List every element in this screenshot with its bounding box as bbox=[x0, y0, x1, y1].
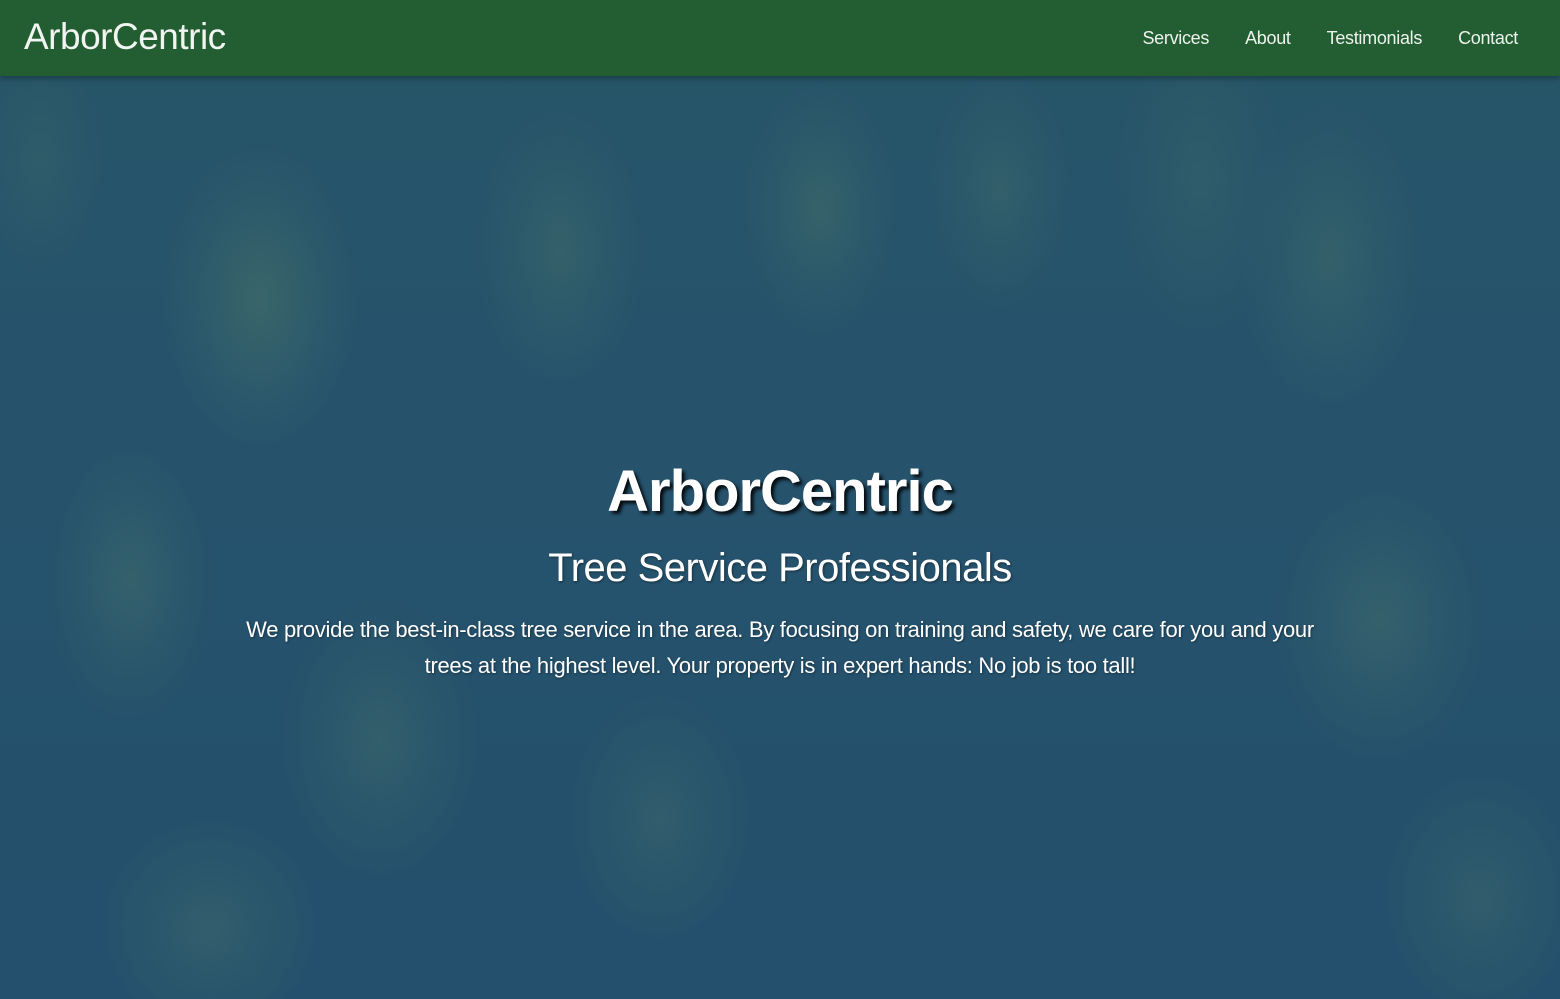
nav-link-about[interactable]: About bbox=[1245, 28, 1291, 49]
nav-link-services[interactable]: Services bbox=[1142, 28, 1209, 49]
nav-link-testimonials[interactable]: Testimonials bbox=[1327, 28, 1423, 49]
navbar: ArborCentric Services About Testimonials… bbox=[0, 0, 1560, 76]
hero-description: We provide the best-in-class tree servic… bbox=[246, 617, 1314, 678]
page: ArborCentric Services About Testimonials… bbox=[0, 0, 1560, 999]
nav-link-contact[interactable]: Contact bbox=[1458, 28, 1518, 49]
brand-logo-link[interactable]: ArborCentric bbox=[24, 14, 226, 60]
nav-links: Services About Testimonials Contact bbox=[1142, 0, 1518, 76]
hero-subtitle: Tree Service Professionals bbox=[548, 546, 1012, 590]
hero-title: ArborCentric bbox=[607, 459, 954, 524]
hero-section: ArborCentric Tree Service Professionals … bbox=[0, 456, 1560, 684]
